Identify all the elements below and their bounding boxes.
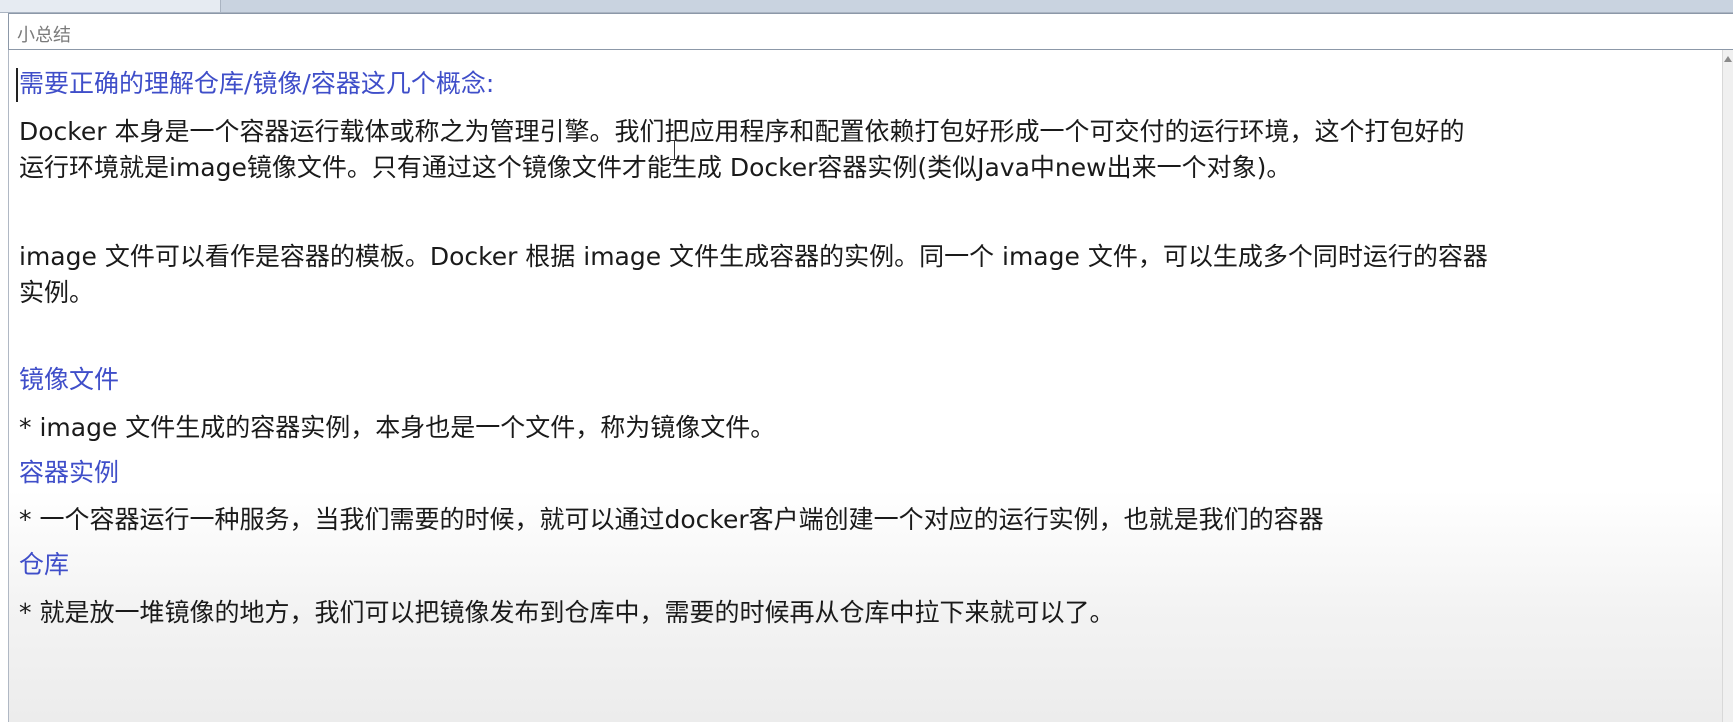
- section-text-container: * 一个容器运行一种服务，当我们需要的时候，就可以通过docker客户端创建一个…: [19, 505, 1324, 534]
- note-window: 小总结 需要正确的理解仓库/镜像/容器这几个概念: Docker 本身是一个容器…: [0, 0, 1733, 722]
- text-caret: [16, 68, 18, 102]
- section-heading-repository: 仓库: [19, 550, 70, 579]
- mouse-ibeam-cursor: [670, 140, 680, 160]
- top-tab-strip: [0, 0, 1733, 13]
- main-heading: 需要正确的理解仓库/镜像/容器这几个概念:: [19, 69, 495, 98]
- section-text-repository: * 就是放一堆镜像的地方，我们可以把镜像发布到仓库中，需要的时候再从仓库中拉下来…: [19, 598, 1115, 627]
- scroll-up-arrow-icon[interactable]: [1724, 56, 1732, 62]
- paragraph-image-line-1: image 文件可以看作是容器的模板。Docker 根据 image 文件生成容…: [19, 242, 1488, 271]
- section-heading-image: 镜像文件: [19, 365, 120, 394]
- note-title[interactable]: 小总结: [17, 21, 71, 47]
- note-editor[interactable]: 需要正确的理解仓库/镜像/容器这几个概念: Docker 本身是一个容器运行载体…: [8, 50, 1733, 722]
- tab-edge[interactable]: [0, 0, 221, 12]
- paragraph-image-line-2: 实例。: [19, 278, 95, 307]
- vertical-scrollbar[interactable]: [1722, 50, 1733, 722]
- paragraph-docker-line-2: 运行环境就是image镜像文件。只有通过这个镜像文件才能生成 Docker容器实…: [19, 153, 1292, 182]
- section-heading-container: 容器实例: [19, 458, 120, 487]
- paragraph-docker-line-1: Docker 本身是一个容器运行载体或称之为管理引擎。我们把应用程序和配置依赖打…: [19, 117, 1465, 146]
- note-title-bar[interactable]: 小总结: [8, 13, 1733, 50]
- section-text-image: * image 文件生成的容器实例，本身也是一个文件，称为镜像文件。: [19, 413, 776, 442]
